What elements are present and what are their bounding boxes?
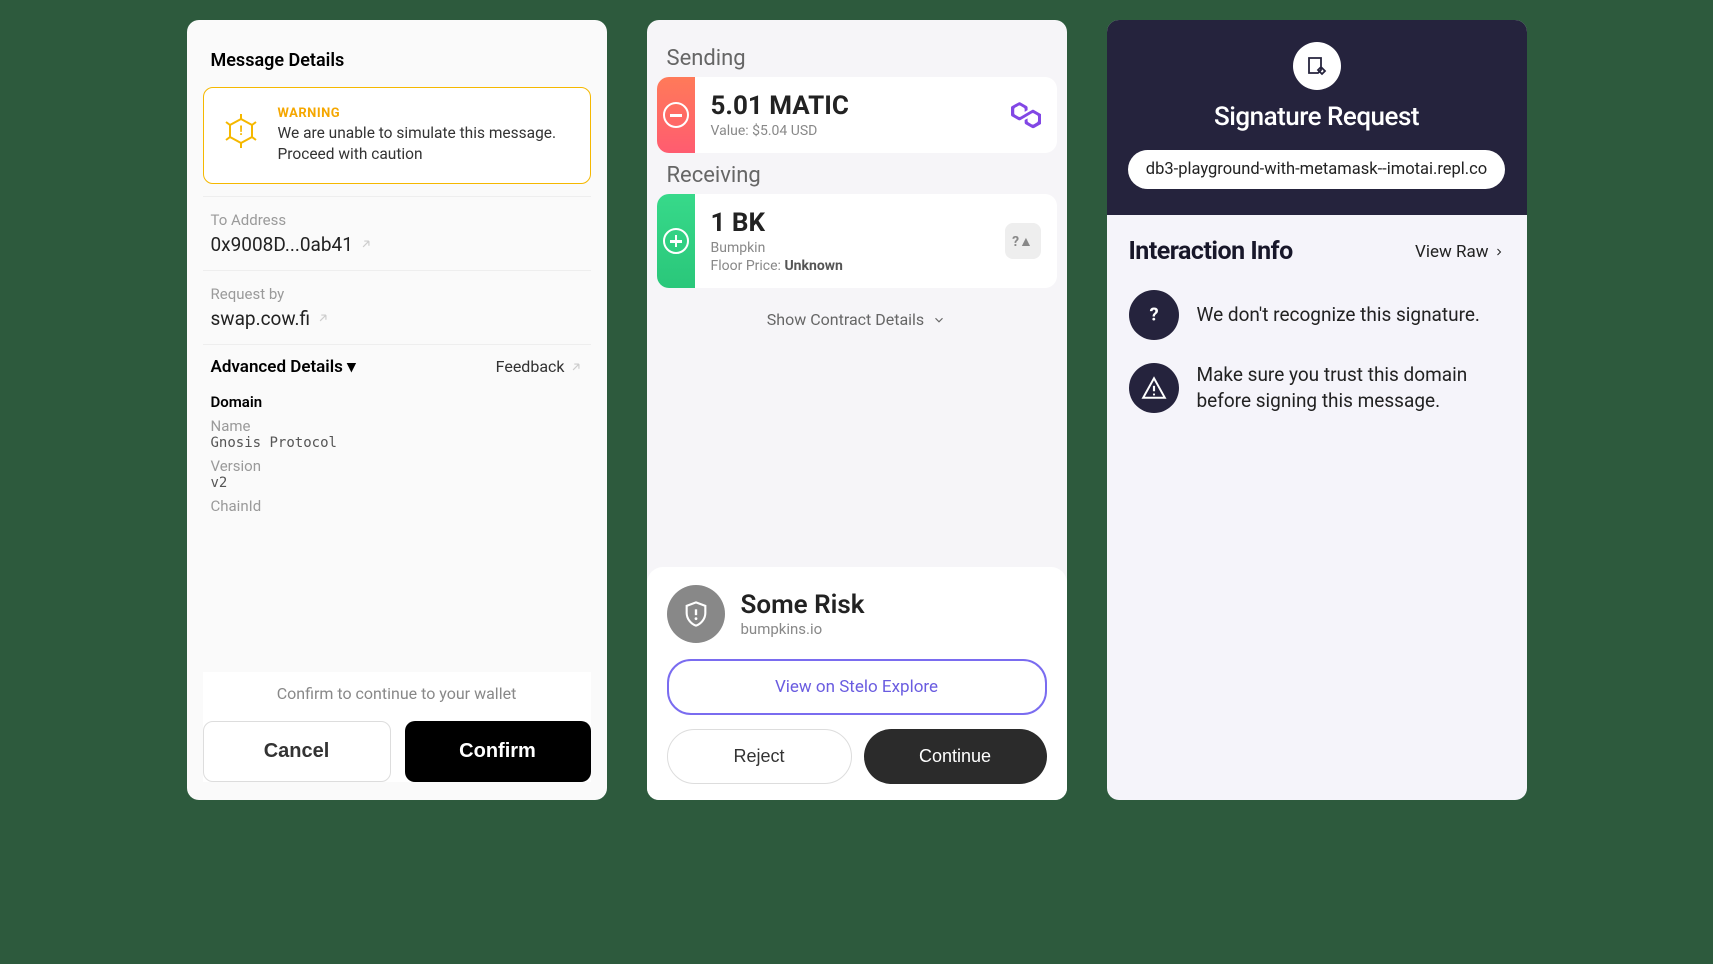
bottom-sheet: Some Risk bumpkins.io View on Stelo Expl…: [647, 567, 1067, 800]
signature-icon: [1293, 42, 1341, 90]
external-link-icon: [316, 311, 330, 325]
advanced-details-row: Advanced Details ▾ Feedback: [203, 344, 591, 389]
name-value: Gnosis Protocol: [211, 435, 583, 451]
view-raw-label: View Raw: [1415, 242, 1488, 262]
shield-warning-icon: [667, 585, 725, 643]
show-contract-details-toggle[interactable]: Show Contract Details: [657, 310, 1057, 329]
reject-button[interactable]: Reject: [667, 729, 852, 784]
name-label: Name: [211, 417, 583, 435]
warning-label: WARNING: [278, 106, 574, 121]
advanced-details-body: Domain Name Gnosis Protocol Version v2 C…: [203, 389, 591, 515]
to-address-value[interactable]: 0x9008D...0ab41: [211, 233, 583, 256]
chainid-label: ChainId: [211, 497, 583, 515]
panel3-header: Signature Request db3-playground-with-me…: [1107, 20, 1527, 215]
interaction-info-title: Interaction Info: [1129, 237, 1293, 266]
risk-row: Some Risk bumpkins.io: [667, 585, 1047, 643]
to-address-section: To Address 0x9008D...0ab41: [203, 196, 591, 270]
warning-icon: !: [220, 110, 262, 152]
view-explore-button[interactable]: View on Stelo Explore: [667, 659, 1047, 715]
transaction-simulation-panel: Sending 5.01 MATIC Value: $5.04 USD Rece…: [647, 20, 1067, 800]
risk-title: Some Risk: [741, 590, 865, 620]
request-by-section: Request by swap.cow.fi: [203, 270, 591, 344]
chevron-down-icon: [932, 313, 946, 327]
risk-domain: bumpkins.io: [741, 620, 865, 638]
svg-text:!: !: [239, 124, 243, 139]
feedback-link[interactable]: Feedback: [496, 357, 583, 376]
minus-icon: [657, 77, 695, 153]
info-item-trust-domain: Make sure you trust this domain before s…: [1129, 362, 1505, 413]
footer: Confirm to continue to your wallet Cance…: [203, 672, 591, 782]
unknown-asset-icon: ?▲: [1005, 223, 1041, 259]
external-link-icon: [359, 237, 373, 251]
send-value: Value: $5.04 USD: [711, 123, 849, 139]
panel3-title: Signature Request: [1123, 102, 1511, 132]
warning-text: We are unable to simulate this message. …: [278, 123, 574, 165]
info-item-unrecognized: ? We don't recognize this signature.: [1129, 290, 1505, 340]
domain-heading: Domain: [211, 393, 583, 411]
recv-amount: 1 BK: [711, 208, 843, 238]
info-text-2: Make sure you trust this domain before s…: [1197, 362, 1505, 413]
request-by-text: swap.cow.fi: [211, 307, 311, 330]
receiving-asset-card: 1 BK Bumpkin Floor Price: Unknown ?▲: [657, 194, 1057, 288]
request-by-value[interactable]: swap.cow.fi: [211, 307, 583, 330]
view-raw-link[interactable]: View Raw: [1415, 242, 1504, 262]
question-icon: ?: [1129, 290, 1179, 340]
external-link-icon: [569, 360, 583, 374]
panel-title: Message Details: [211, 50, 591, 71]
send-amount: 5.01 MATIC: [711, 91, 849, 121]
sending-asset-card: 5.01 MATIC Value: $5.04 USD: [657, 77, 1057, 153]
advanced-details-toggle[interactable]: Advanced Details ▾: [211, 357, 356, 377]
recv-floor: Floor Price: Unknown: [711, 258, 843, 274]
request-by-label: Request by: [211, 285, 583, 303]
chevron-right-icon: [1493, 246, 1505, 258]
plus-icon: [657, 194, 695, 288]
feedback-label: Feedback: [496, 357, 565, 376]
warning-box: ! WARNING We are unable to simulate this…: [203, 87, 591, 184]
version-label: Version: [211, 457, 583, 475]
message-details-panel: Message Details ! WARNING We are unable …: [187, 20, 607, 800]
recv-name: Bumpkin: [711, 240, 843, 256]
confirm-hint: Confirm to continue to your wallet: [203, 684, 591, 703]
continue-button[interactable]: Continue: [864, 729, 1047, 784]
info-text-1: We don't recognize this signature.: [1197, 302, 1480, 328]
alert-triangle-icon: [1129, 363, 1179, 413]
cancel-button[interactable]: Cancel: [203, 721, 391, 782]
signature-request-panel: Signature Request db3-playground-with-me…: [1107, 20, 1527, 800]
confirm-button[interactable]: Confirm: [405, 721, 591, 782]
to-address-label: To Address: [211, 211, 583, 229]
svg-text:?: ?: [1149, 305, 1158, 326]
version-value: v2: [211, 475, 583, 491]
receiving-label: Receiving: [667, 163, 1047, 188]
polygon-icon: [1011, 100, 1041, 130]
to-address-text: 0x9008D...0ab41: [211, 233, 353, 256]
show-details-label: Show Contract Details: [767, 310, 924, 329]
sending-label: Sending: [667, 46, 1047, 71]
domain-pill: db3-playground-with-metamask--imotai.rep…: [1128, 150, 1505, 189]
